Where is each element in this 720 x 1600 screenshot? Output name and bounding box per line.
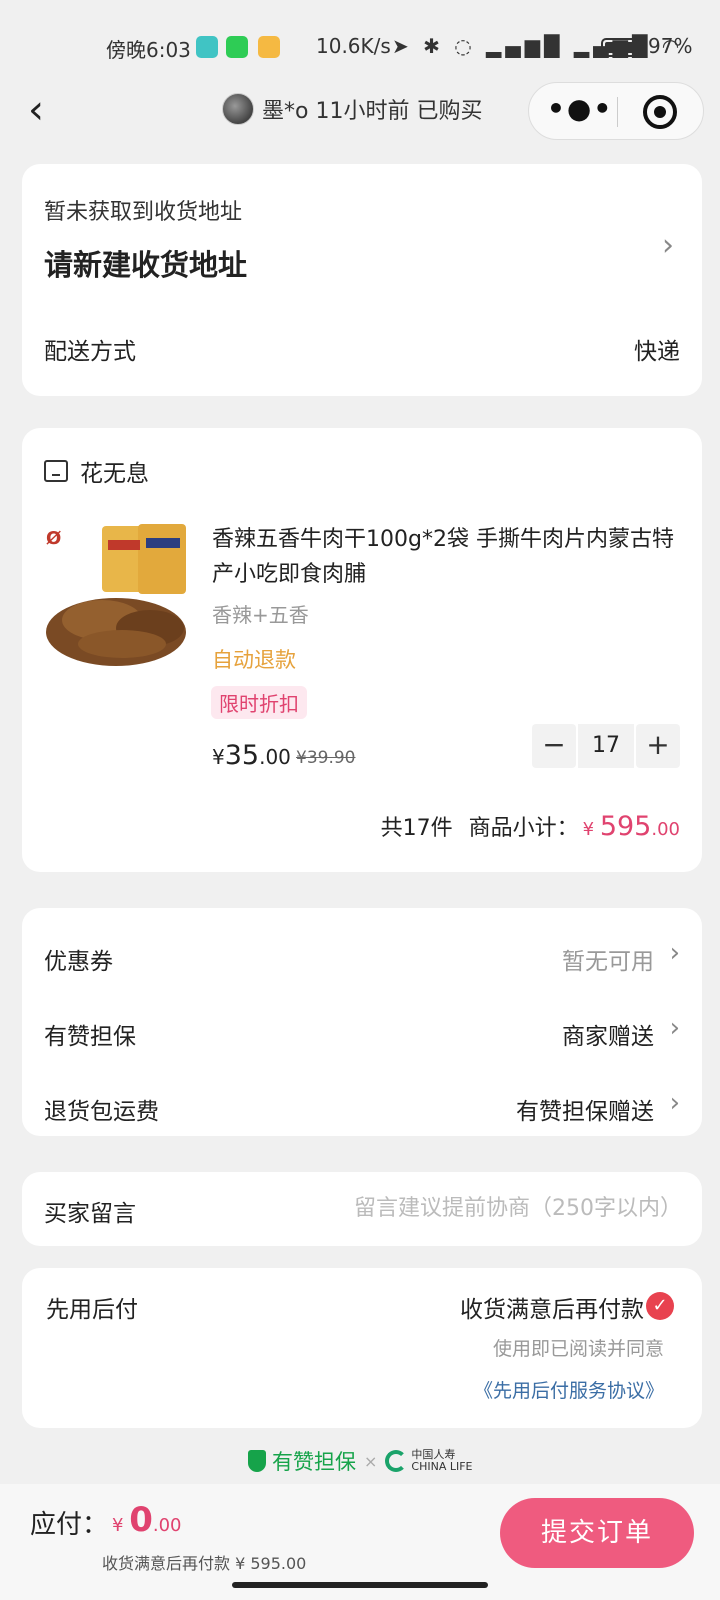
product-price: ¥35.00 (212, 740, 291, 771)
buyer-avatar (222, 93, 254, 125)
pay-later-label: 先用后付 (46, 1297, 138, 1323)
pay-later-value: 收货满意后再付款 (460, 1297, 644, 1323)
shop-row[interactable]: 花无息 (44, 454, 149, 488)
subtotal-dec: .00 (651, 819, 680, 840)
new-address-link[interactable]: 请新建收货地址 (44, 242, 247, 284)
price-int: 35 (224, 740, 260, 771)
shop-name: 花无息 (80, 461, 149, 487)
pay-later-card: 先用后付 收货满意后再付款 ✓ 使用即已阅读并同意 《先用后付服务协议》 (22, 1268, 702, 1428)
shield-icon (248, 1450, 266, 1472)
shop-icon (44, 460, 68, 482)
product-spec: 香辣+五香 (212, 603, 309, 627)
return-shipping-value: 有赞担保赠送 (516, 1099, 654, 1125)
coupon-label: 优惠券 (44, 949, 113, 975)
battery-percent: 97% (648, 34, 693, 58)
discount-tag: 限时折扣 (211, 686, 307, 719)
product-title[interactable]: 香辣五香牛肉干100g*2袋 手撕牛肉片内蒙古特产小吃即食肉脯 (212, 522, 682, 592)
times-separator: × (364, 1451, 378, 1471)
subtotal-amount: ¥ 595.00 (583, 811, 680, 842)
return-shipping-label: 退货包运费 (44, 1099, 159, 1125)
due-dec: .00 (152, 1515, 182, 1536)
due-symbol: ¥ (112, 1515, 124, 1536)
recent-buyer-notice: 墨*o 11小时前 已购买 (222, 93, 482, 125)
amount-due: ¥ 0.00 (112, 1500, 182, 1540)
subtotal-label: 商品小计： (468, 816, 579, 841)
close-target-icon[interactable] (643, 95, 677, 129)
quantity-value[interactable]: 17 (578, 724, 634, 768)
guarantee-label: 有赞担保 (44, 1024, 136, 1050)
chevron-right-icon: › (669, 938, 680, 968)
original-price: ¥39.90 (296, 748, 356, 768)
location-app-icon (196, 36, 218, 58)
message-card: 买家留言 (22, 1172, 702, 1246)
check-icon[interactable]: ✓ (646, 1292, 674, 1320)
more-icon[interactable]: •●• (547, 95, 611, 129)
return-shipping-row[interactable]: 退货包运费 有赞担保赠送 › (44, 1088, 680, 1128)
partner-name: 中国人寿 CHINA LIFE (411, 1449, 472, 1473)
address-card[interactable]: 暂未获取到收货地址 请新建收货地址 › 配送方式 快递 (22, 164, 702, 396)
guarantee-brand: 有赞担保 (272, 1450, 356, 1474)
partner-en: CHINA LIFE (411, 1460, 473, 1473)
guarantee-value: 商家赠送 (562, 1024, 654, 1050)
amount-due-note: 收货满意后再付款 ¥ 595.00 (102, 1554, 307, 1573)
product-card: 花无息 Ø 香辣五香牛肉干100g*2袋 手撕牛肉片内蒙古特产小吃即食肉脯 香辣… (22, 428, 702, 872)
coupon-value: 暂无可用 (562, 949, 654, 975)
submit-order-button[interactable]: 提交订单 (500, 1498, 694, 1568)
price-symbol: ¥ (212, 745, 225, 769)
nav-bar: ‹ 墨*o 11小时前 已购买 •●• (0, 80, 720, 144)
guarantee-row[interactable]: 有赞担保 商家赠送 › (44, 1013, 680, 1053)
product-image[interactable]: Ø (42, 520, 194, 672)
china-life-logo-icon (385, 1450, 408, 1472)
notes-app-icon (258, 36, 280, 58)
amount-due-label: 应付： (30, 1510, 109, 1540)
agreement-text: 使用即已阅读并同意 (492, 1338, 664, 1360)
capsule-divider (617, 97, 618, 127)
shipping-label: 配送方式 (44, 339, 136, 365)
auto-refund-label: 自动退款 (212, 648, 296, 672)
guarantee-footer: 有赞担保 × 中国人寿 CHINA LIFE (248, 1446, 473, 1476)
address-hint: 暂未获取到收货地址 (44, 200, 243, 225)
due-int: 0 (129, 1500, 153, 1540)
agreement-link[interactable]: 《先用后付服务协议》 (474, 1376, 664, 1403)
message-input[interactable] (232, 1188, 682, 1228)
battery-icon (601, 38, 643, 57)
chevron-right-icon: › (662, 228, 674, 263)
quantity-stepper: − 17 + (532, 724, 680, 768)
chevron-right-icon: › (669, 1088, 680, 1118)
item-count: 共17件 (380, 816, 453, 841)
back-arrow-icon[interactable]: ‹ (28, 90, 68, 132)
buyer-text: 墨*o 11小时前 已购买 (262, 99, 483, 124)
shipping-value: 快递 (634, 339, 680, 365)
miniprogram-capsule: •●• (528, 82, 704, 140)
message-label: 买家留言 (44, 1201, 136, 1227)
coupon-row[interactable]: 优惠券 暂无可用 › (44, 938, 680, 978)
status-time: 傍晚6:03 (106, 38, 191, 62)
chevron-right-icon: › (669, 1013, 680, 1043)
options-card: 优惠券 暂无可用 › 有赞担保 商家赠送 › 退货包运费 有赞担保赠送 › (22, 908, 702, 1136)
wechat-icon (226, 36, 248, 58)
subtotal-row: 共17件 商品小计： ¥ 595.00 (381, 810, 680, 842)
plus-button[interactable]: + (636, 724, 680, 768)
price-dec: .00 (259, 745, 291, 769)
network-speed: 10.6K/s (316, 34, 391, 58)
subtotal-int: 595 (599, 811, 652, 842)
subtotal-symbol: ¥ (582, 819, 595, 840)
minus-button[interactable]: − (532, 724, 576, 768)
home-indicator[interactable] (232, 1582, 488, 1588)
svg-text:Ø: Ø (46, 528, 61, 549)
